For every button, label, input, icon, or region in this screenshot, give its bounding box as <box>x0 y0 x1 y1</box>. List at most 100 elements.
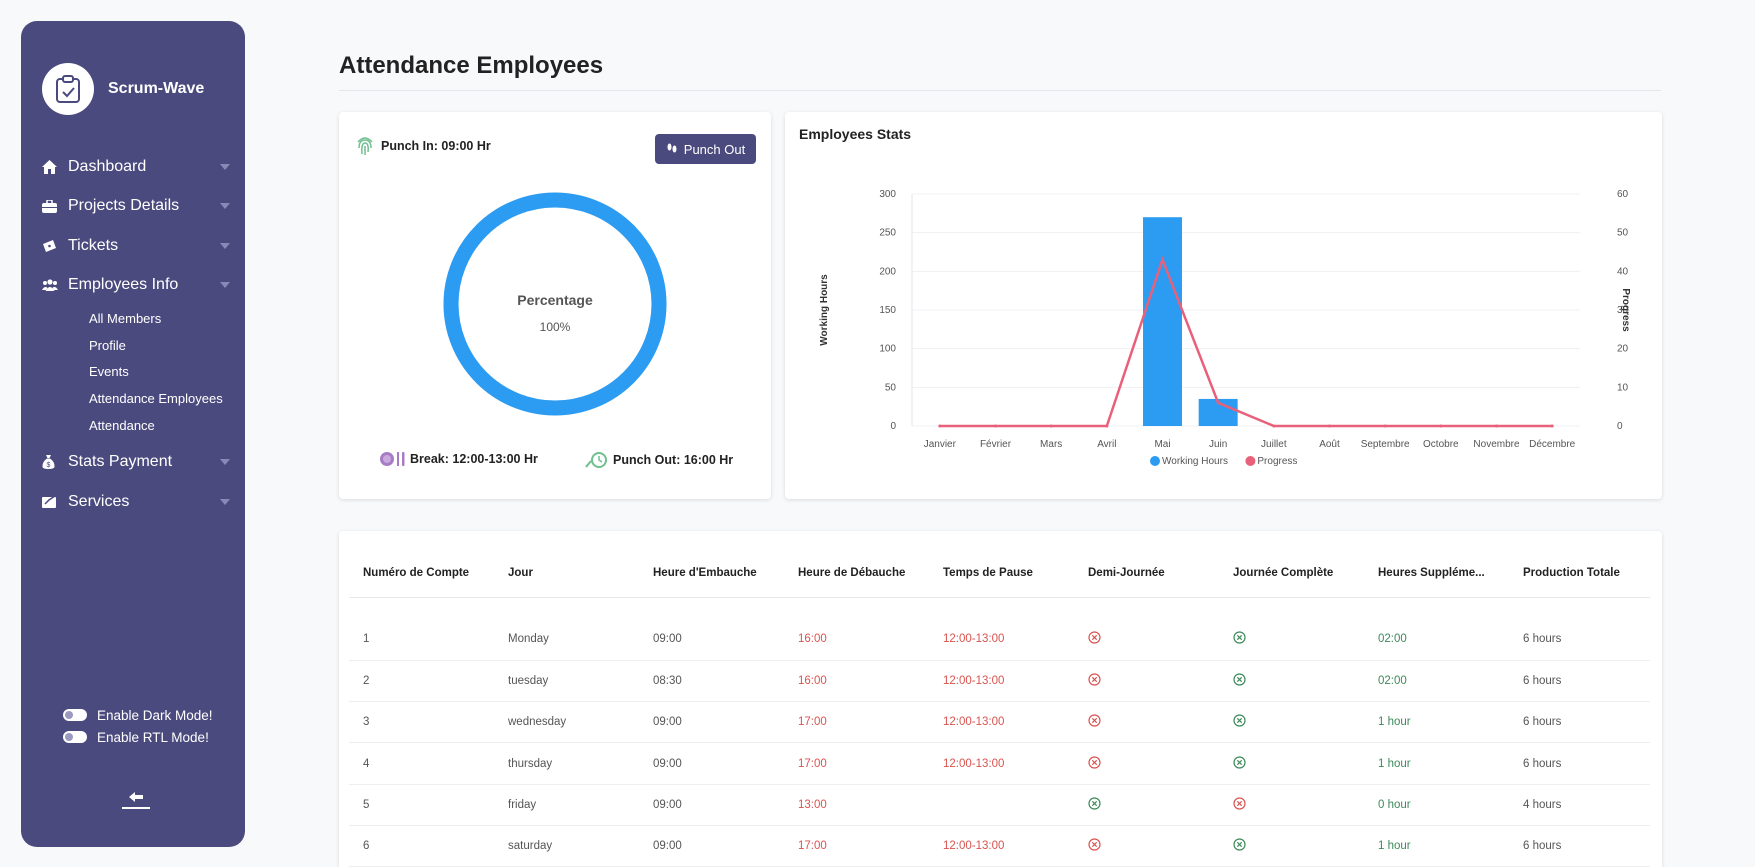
rtl-mode-toggle[interactable]: Enable RTL Mode! <box>63 726 213 748</box>
progress-point <box>1272 424 1276 428</box>
sidebar-item-dashboard[interactable]: Dashboard <box>42 147 232 187</box>
rtl-mode-switch[interactable] <box>63 731 87 743</box>
cell-full-day <box>1219 825 1364 867</box>
cell-end-time: 16:00 <box>784 660 929 703</box>
check-circle-icon <box>1233 714 1246 727</box>
column-header[interactable]: Temps de Pause <box>929 549 1074 598</box>
sidebar-item-employees-info[interactable]: Employees Info <box>42 266 232 306</box>
brand[interactable]: Scrum-Wave <box>42 63 204 115</box>
brand-name: Scrum-Wave <box>108 80 205 97</box>
y-axis-title: Working Hours <box>819 274 830 346</box>
punch-out-button[interactable]: Punch Out <box>655 134 756 164</box>
cell-day: thursday <box>494 742 639 785</box>
table-row[interactable]: 2 tuesday 08:30 16:00 12:00-13:00 02:00 6 hour… <box>349 660 1650 703</box>
sidebar: Scrum-Wave Dashboard Projects Details Ti… <box>21 21 245 847</box>
column-header[interactable]: Heures Suppléme... <box>1364 549 1509 598</box>
x-circle-icon <box>1088 631 1101 644</box>
cell-account-number: 6 <box>349 825 494 867</box>
collapse-sidebar-button[interactable] <box>121 789 151 813</box>
progress-point <box>1049 424 1053 428</box>
cell-start-time: 09:00 <box>639 742 784 785</box>
submenu-item-events[interactable]: Events <box>89 358 232 385</box>
y2-tick-label: 40 <box>1617 266 1629 277</box>
punch-out-info: Punch Out: 16:00 Hr <box>585 451 733 469</box>
submenu-item-attendance[interactable]: Attendance <box>89 412 232 439</box>
table-row[interactable]: 6 saturday 09:00 17:00 12:00-13:00 1 hour 6 ho… <box>349 825 1650 867</box>
x-circle-icon <box>1088 838 1101 851</box>
employees-stats-chart: 0501001502002503000102030405060Working H… <box>819 189 1631 467</box>
cell-start-time: 09:00 <box>639 701 784 744</box>
check-circle-icon <box>1233 838 1246 851</box>
cell-total-production: 6 hours <box>1509 825 1650 867</box>
progress-point <box>938 424 942 428</box>
progress-line <box>939 256 1553 428</box>
cell-account-number: 1 <box>349 619 494 661</box>
column-header[interactable]: Heure de Débauche <box>784 549 929 598</box>
y-tick-label: 100 <box>879 344 896 355</box>
table-row[interactable]: 4 thursday 09:00 17:00 12:00-13:00 1 hour 6 ho… <box>349 742 1650 785</box>
column-header[interactable]: Numéro de Compte <box>349 549 494 598</box>
cell-start-time: 09:00 <box>639 619 784 661</box>
cell-full-day <box>1219 619 1364 661</box>
legend-label: Working Hours <box>1162 456 1228 467</box>
sidebar-item-projects-details[interactable]: Projects Details <box>42 187 232 227</box>
progress-point <box>1439 424 1443 428</box>
cell-half-day <box>1074 742 1219 785</box>
stats-title: Employees Stats <box>799 126 912 142</box>
y2-tick-label: 20 <box>1617 344 1629 355</box>
column-header[interactable]: Demi-Journée <box>1074 549 1219 598</box>
attendance-table-card: Numéro de Compte Jour Heure d'Embauche Heur… <box>339 531 1662 867</box>
cell-overtime: 0 hour <box>1364 784 1509 826</box>
sidebar-item-label: Stats Payment <box>68 453 173 471</box>
table-row[interactable]: 5 friday 09:00 13:00 0 hour 4 hours <box>349 784 1650 826</box>
dark-mode-label: Enable Dark Mode! <box>97 707 213 723</box>
sidebar-item-label: Employees Info <box>68 276 179 294</box>
submenu-item-profile[interactable]: Profile <box>89 332 232 359</box>
punch-card: Punch In: 09:00 Hr Punch Out Percentage … <box>339 112 771 499</box>
x-tick-label: Novembre <box>1473 439 1520 450</box>
sidebar-item-services[interactable]: Services <box>42 482 232 522</box>
cell-full-day <box>1219 660 1364 703</box>
cell-pause-time: 12:00-13:00 <box>929 742 1074 785</box>
cell-end-time: 16:00 <box>784 619 929 661</box>
sidebar-item-stats-payment[interactable]: $ Stats Payment <box>42 442 232 482</box>
cell-pause-time: 12:00-13:00 <box>929 660 1074 703</box>
y-tick-label: 0 <box>890 421 896 432</box>
cell-end-time: 17:00 <box>784 742 929 785</box>
ticket-icon <box>42 239 68 252</box>
users-icon <box>42 279 68 292</box>
money-bag-icon: $ <box>42 455 68 470</box>
home-icon <box>42 159 68 174</box>
progress-point <box>1550 424 1554 428</box>
progress-point <box>1328 424 1331 428</box>
x-tick-label: Juin <box>1209 439 1227 450</box>
cell-total-production: 6 hours <box>1509 742 1650 785</box>
column-header[interactable]: Heure d'Embauche <box>639 549 784 598</box>
dark-mode-switch[interactable] <box>63 709 87 721</box>
x-tick-label: Décembre <box>1529 439 1576 450</box>
x-tick-label: Avril <box>1097 439 1116 450</box>
cell-overtime: 1 hour <box>1364 701 1509 744</box>
table-header-row: Numéro de Compte Jour Heure d'Embauche Heur… <box>349 549 1650 598</box>
cell-pause-time: 12:00-13:00 <box>929 619 1074 661</box>
dark-mode-toggle[interactable]: Enable Dark Mode! <box>63 704 213 726</box>
table-row[interactable]: 1 Monday 09:00 16:00 12:00-13:00 02:00 6 hours <box>349 619 1650 661</box>
submenu-item-all-members[interactable]: All Members <box>89 305 232 332</box>
column-header[interactable]: Jour <box>494 549 639 598</box>
submenu-item-attendance-employees[interactable]: Attendance Employees <box>89 385 232 412</box>
y2-tick-label: 0 <box>1617 421 1623 432</box>
cell-overtime: 1 hour <box>1364 825 1509 867</box>
cell-total-production: 6 hours <box>1509 701 1650 744</box>
x-tick-label: Janvier <box>924 439 957 450</box>
sidebar-item-tickets[interactable]: Tickets <box>42 226 232 266</box>
cell-start-time: 09:00 <box>639 825 784 867</box>
dining-icon <box>380 452 405 466</box>
cell-pause-time: 12:00-13:00 <box>929 825 1074 867</box>
column-header[interactable]: Production Totale <box>1509 549 1650 598</box>
table-row[interactable]: 3 wednesday 09:00 17:00 12:00-13:00 1 hour 6 h… <box>349 701 1650 744</box>
x-circle-icon <box>1088 714 1101 727</box>
column-header[interactable]: Journée Complète <box>1219 549 1364 598</box>
progress-point <box>1495 424 1498 428</box>
sidebar-item-label: Tickets <box>68 236 119 254</box>
table-body: 1 Monday 09:00 16:00 12:00-13:00 02:00 6 hours… <box>349 597 1650 867</box>
